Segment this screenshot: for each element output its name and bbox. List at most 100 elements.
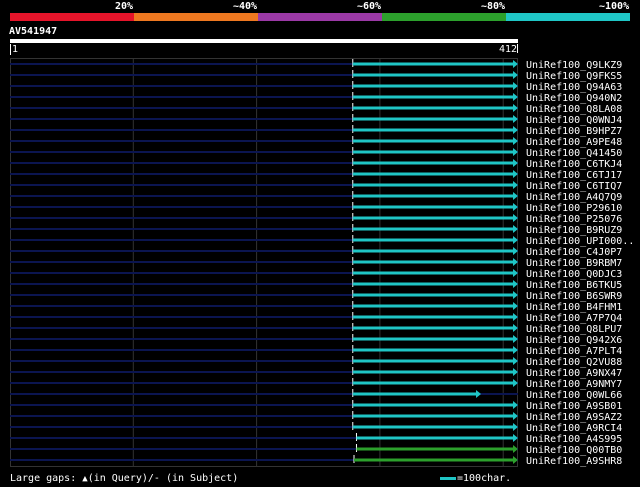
hit-arrow-icon xyxy=(513,126,518,134)
hit-label[interactable]: UniRef100_Q41450 xyxy=(526,148,622,159)
hit-row[interactable]: UniRef100_C6TJ17 xyxy=(10,169,622,181)
hit-label[interactable]: UniRef100_A9NX47 xyxy=(526,368,622,379)
hit-row[interactable]: UniRef100_B6SWR9 xyxy=(10,290,622,302)
hit-row[interactable]: UniRef100_Q94A63 xyxy=(10,81,622,93)
hit-label[interactable]: UniRef100_A9NMY7 xyxy=(526,379,622,390)
hit-row[interactable]: UniRef100_Q940N2 xyxy=(10,92,622,104)
hit-arrow-icon xyxy=(513,71,518,79)
hit-arrow-icon xyxy=(513,324,518,332)
hit-label[interactable]: UniRef100_B9RUZ9 xyxy=(526,225,622,236)
hit-label[interactable]: UniRef100_A9SAZ2 xyxy=(526,412,622,423)
hit-row[interactable]: UniRef100_Q8LPU7 xyxy=(10,323,622,335)
hit-label[interactable]: UniRef100_Q0WNJ4 xyxy=(526,115,622,126)
hit-label[interactable]: UniRef100_Q94A63 xyxy=(526,82,622,93)
hit-arrow-icon xyxy=(513,291,518,299)
hit-label[interactable]: UniRef100_P29610 xyxy=(526,203,622,214)
hit-row[interactable]: UniRef100_Q2VU88 xyxy=(10,356,622,368)
hit-arrow-icon xyxy=(513,60,518,68)
hit-row[interactable]: UniRef100_A9PE48 xyxy=(10,136,622,148)
hit-label[interactable]: UniRef100_B9HPZ7 xyxy=(526,126,622,137)
gaps-query-text: (in Query)/ xyxy=(87,473,154,484)
hit-row[interactable]: UniRef100_A9NMY7 xyxy=(10,378,622,390)
hit-row[interactable]: UniRef100_A9SB01 xyxy=(10,400,622,412)
hit-row[interactable]: UniRef100_A7PLT4 xyxy=(10,345,622,357)
hit-row[interactable]: UniRef100_A7P7Q4 xyxy=(10,312,622,324)
hit-row[interactable]: UniRef100_A9NX47 xyxy=(10,367,622,379)
hit-label[interactable]: UniRef100_A7PLT4 xyxy=(526,346,622,357)
hit-row[interactable]: UniRef100_A4S995 xyxy=(10,433,622,445)
hit-row[interactable]: UniRef100_P25076 xyxy=(10,213,622,225)
hit-label[interactable]: UniRef100_UPI000.. xyxy=(526,236,634,247)
hit-row[interactable]: UniRef100_Q00TB0 xyxy=(10,444,622,456)
hit-row[interactable]: UniRef100_B6TKU5 xyxy=(10,279,622,291)
hit-label[interactable]: UniRef100_A9PE48 xyxy=(526,137,622,148)
hit-arrow-icon xyxy=(513,335,518,343)
hit-label[interactable]: UniRef100_Q00TB0 xyxy=(526,445,622,456)
hit-label[interactable]: UniRef100_P25076 xyxy=(526,214,622,225)
hit-row[interactable]: UniRef100_A9SAZ2 xyxy=(10,411,622,423)
hit-row[interactable]: UniRef100_Q0DJC3 xyxy=(10,268,622,280)
hit-label[interactable]: UniRef100_Q8LA08 xyxy=(526,104,622,115)
hit-label[interactable]: UniRef100_Q0WL66 xyxy=(526,390,622,401)
hit-label[interactable]: UniRef100_C6TIQ7 xyxy=(526,181,622,192)
hit-label[interactable]: UniRef100_Q2VU88 xyxy=(526,357,622,368)
hit-arrow-icon xyxy=(513,159,518,167)
hit-row[interactable]: UniRef100_C4J0P7 xyxy=(10,246,622,258)
hit-label[interactable]: UniRef100_A4Q7Q9 xyxy=(526,192,622,203)
hit-arrow-icon xyxy=(513,104,518,112)
hit-arrow-icon xyxy=(476,390,482,398)
hit-row[interactable]: UniRef100_Q8LA08 xyxy=(10,103,622,115)
hit-label[interactable]: UniRef100_B4FHM1 xyxy=(526,302,622,313)
hit-arrow-icon xyxy=(513,269,518,277)
gaps-legend: Large gaps: ▲(in Query)/- (in Subject) xyxy=(10,473,238,485)
hit-label[interactable]: UniRef100_B6SWR9 xyxy=(526,291,622,302)
hit-label[interactable]: UniRef100_Q9LKZ9 xyxy=(526,60,622,71)
hit-arrow-icon xyxy=(513,236,518,244)
hit-label[interactable]: UniRef100_C6TKJ4 xyxy=(526,159,622,170)
hit-label[interactable]: UniRef100_Q942X6 xyxy=(526,335,622,346)
hit-row[interactable]: UniRef100_A9RCI4 xyxy=(10,422,622,434)
scale-swatch xyxy=(440,476,456,480)
hit-label[interactable]: UniRef100_A9RCI4 xyxy=(526,423,622,434)
hit-label[interactable]: UniRef100_C4J0P7 xyxy=(526,247,622,258)
hit-row[interactable]: UniRef100_Q9LKZ9 xyxy=(10,59,622,71)
hit-arrow-icon xyxy=(513,137,518,145)
hit-arrow-icon xyxy=(513,225,518,233)
hit-label[interactable]: UniRef100_C6TJ17 xyxy=(526,170,622,181)
hit-label[interactable]: UniRef100_Q8LPU7 xyxy=(526,324,622,335)
hit-row[interactable]: UniRef100_C6TIQ7 xyxy=(10,180,622,192)
hit-row[interactable]: UniRef100_UPI000.. xyxy=(10,235,634,247)
hit-row[interactable]: UniRef100_Q942X6 xyxy=(10,334,622,346)
hit-label[interactable]: UniRef100_Q940N2 xyxy=(526,93,622,104)
hit-label[interactable]: UniRef100_A9SHR8 xyxy=(526,456,622,467)
hit-row[interactable]: UniRef100_Q41450 xyxy=(10,147,622,159)
hit-arrow-icon xyxy=(513,148,518,156)
gaps-prefix: Large gaps: xyxy=(10,473,77,484)
hit-arrow-icon xyxy=(513,214,518,222)
hit-label[interactable]: UniRef100_A7P7Q4 xyxy=(526,313,622,324)
hit-row[interactable]: UniRef100_B9RBM7 xyxy=(10,257,622,269)
scale-legend: =100char. xyxy=(440,473,511,484)
hit-row[interactable]: UniRef100_B9RUZ9 xyxy=(10,224,622,236)
hit-arrow-icon xyxy=(513,346,518,354)
hit-label[interactable]: UniRef100_B9RBM7 xyxy=(526,258,622,269)
scale-text: =100char. xyxy=(457,473,512,484)
hit-label[interactable]: UniRef100_Q0DJC3 xyxy=(526,269,622,280)
hit-row[interactable]: UniRef100_C6TKJ4 xyxy=(10,158,622,170)
hit-row[interactable]: UniRef100_Q9FKS5 xyxy=(10,70,622,82)
hit-arrow-icon xyxy=(513,302,518,310)
hit-label[interactable]: UniRef100_A9SB01 xyxy=(526,401,622,412)
hit-row[interactable]: UniRef100_Q0WL66 xyxy=(10,389,622,401)
hit-arrow-icon xyxy=(513,258,518,266)
hit-row[interactable]: UniRef100_P29610 xyxy=(10,202,622,214)
hit-label[interactable]: UniRef100_A4S995 xyxy=(526,434,622,445)
hit-arrow-icon xyxy=(513,423,518,431)
hit-label[interactable]: UniRef100_Q9FKS5 xyxy=(526,71,622,82)
hit-arrow-icon xyxy=(513,82,518,90)
hit-row[interactable]: UniRef100_B9HPZ7 xyxy=(10,125,622,137)
hit-label[interactable]: UniRef100_B6TKU5 xyxy=(526,280,622,291)
hit-row[interactable]: UniRef100_B4FHM1 xyxy=(10,301,622,313)
hit-row[interactable]: UniRef100_Q0WNJ4 xyxy=(10,114,622,126)
hit-row[interactable]: UniRef100_A9SHR8 xyxy=(10,455,622,467)
hit-row[interactable]: UniRef100_A4Q7Q9 xyxy=(10,191,622,203)
